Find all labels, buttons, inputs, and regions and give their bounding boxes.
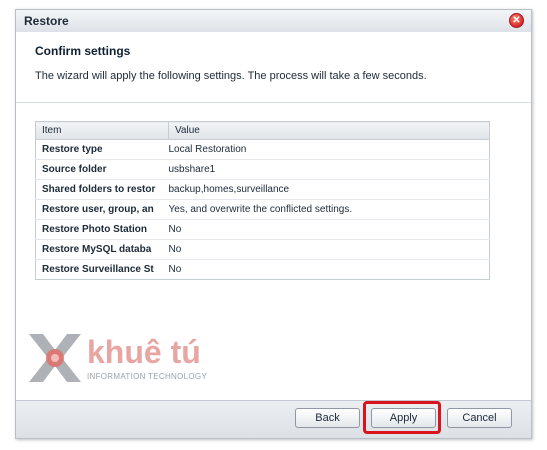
column-header-value: Value bbox=[168, 121, 490, 140]
cancel-button[interactable]: Cancel bbox=[447, 408, 512, 428]
row-value: usbshare1 bbox=[168, 159, 490, 180]
settings-table: Item Value Restore type Local Restoratio… bbox=[35, 121, 490, 280]
apply-highlight-annotation bbox=[363, 401, 441, 434]
table-row[interactable]: Restore type Local Restoration bbox=[35, 139, 490, 160]
close-icon[interactable]: ✕ bbox=[509, 13, 524, 28]
back-button[interactable]: Back bbox=[295, 408, 360, 428]
window-title: Restore bbox=[24, 14, 69, 28]
row-value: No bbox=[168, 239, 490, 260]
row-value: No bbox=[168, 264, 182, 275]
table-row[interactable]: Restore user, group, an Yes, and overwri… bbox=[35, 199, 490, 220]
row-item: Restore MySQL databa bbox=[35, 239, 169, 260]
row-value: No bbox=[168, 219, 490, 240]
row-value: Local Restoration bbox=[168, 139, 490, 160]
watermark-brand: khuê tú bbox=[87, 334, 201, 370]
row-item: Restore type bbox=[35, 139, 169, 160]
table-row[interactable]: Restore Surveillance St No bbox=[36, 260, 490, 280]
table-header-row: Item Value bbox=[35, 121, 490, 140]
button-bar: Back Apply Cancel bbox=[16, 400, 531, 438]
watermark: khuê tú INFORMATION TECHNOLOGY bbox=[25, 330, 225, 386]
row-item: Restore Surveillance St bbox=[42, 264, 154, 275]
row-value: Yes, and overwrite the conflicted settin… bbox=[168, 199, 490, 220]
wizard-header: Confirm settings The wizard will apply t… bbox=[16, 32, 531, 103]
row-item: Shared folders to restor bbox=[35, 179, 169, 200]
watermark-logo-icon bbox=[29, 334, 81, 382]
table-row[interactable]: Restore Photo Station No bbox=[35, 219, 490, 240]
row-value: backup,homes,surveillance bbox=[168, 179, 490, 200]
column-header-item: Item bbox=[35, 121, 169, 140]
page-title: Confirm settings bbox=[35, 44, 131, 58]
wizard-description: The wizard will apply the following sett… bbox=[35, 70, 427, 82]
row-item: Restore user, group, an bbox=[35, 199, 169, 220]
watermark-tagline: INFORMATION TECHNOLOGY bbox=[87, 372, 208, 381]
table-row[interactable]: Shared folders to restor backup,homes,su… bbox=[35, 179, 490, 200]
row-item: Restore Photo Station bbox=[35, 219, 169, 240]
table-row[interactable]: Source folder usbshare1 bbox=[35, 159, 490, 180]
title-bar: Restore ✕ bbox=[16, 10, 531, 33]
table-row[interactable]: Restore MySQL databa No bbox=[35, 239, 490, 260]
row-item: Source folder bbox=[35, 159, 169, 180]
